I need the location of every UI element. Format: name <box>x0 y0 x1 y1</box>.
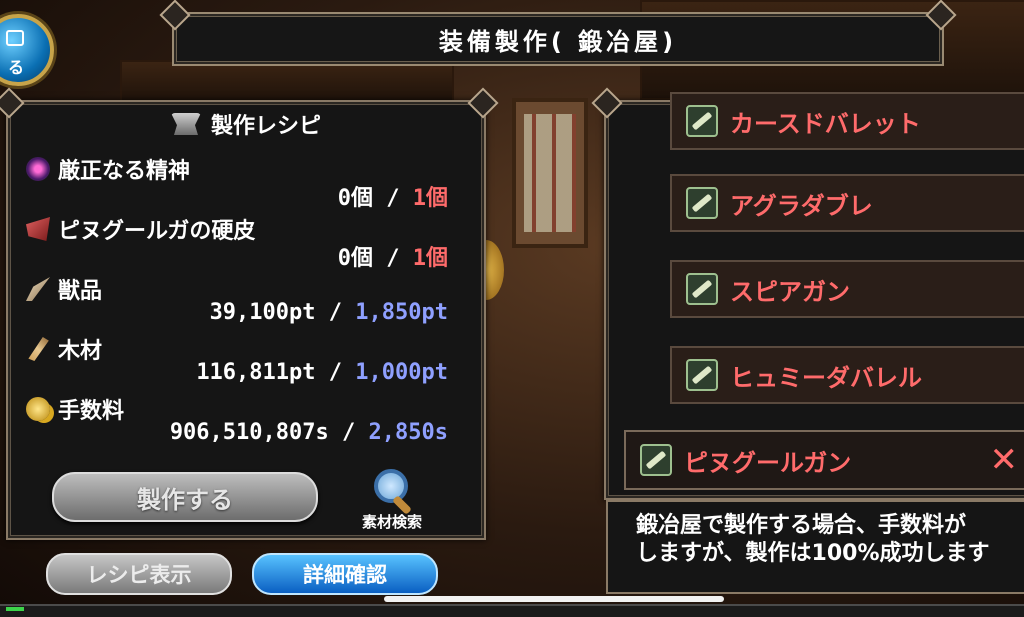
wood-icon <box>28 337 49 361</box>
need-value: 1,850pt <box>355 300 448 325</box>
have-value: 0個 <box>337 186 373 211</box>
have-value: 906,510,807s <box>169 420 329 445</box>
requirement-quantity: 0個 / 1個 <box>338 180 448 212</box>
recipe-display-button[interactable]: レシピ表示 <box>46 553 232 595</box>
requirement-row: ピヌグールガの硬皮 <box>26 214 255 244</box>
menu-icon <box>6 30 24 46</box>
description-box: 鍛冶屋で製作する場合、手数料が しますが、製作は100%成功します <box>606 500 1024 594</box>
gun-icon <box>640 444 672 476</box>
requirement-name: 獣品 <box>58 279 103 304</box>
requirement-name: 木材 <box>58 339 103 364</box>
home-indicator[interactable] <box>384 596 724 602</box>
menu-round-label: る <box>8 58 25 77</box>
separator: / <box>315 300 356 325</box>
page-title-bar: 装備製作( 鍛冶屋) <box>159 0 957 66</box>
weapon-list-item-selected[interactable]: ピヌグールガン ✕ <box>624 430 1024 490</box>
requirement-row: 手数料 <box>26 394 124 424</box>
weapon-name: カースドバレット <box>730 109 921 138</box>
requirement-quantity: 906,510,807s / 2,850s <box>170 420 448 445</box>
coins-icon <box>26 397 50 421</box>
gun-icon <box>686 105 718 137</box>
menu-round-button[interactable]: る <box>0 14 54 86</box>
requirement-row: 厳正なる精神 <box>26 154 190 184</box>
weapon-name: アグラダブレ <box>730 191 873 220</box>
anvil-icon <box>170 113 201 135</box>
material-search-label: 素材検索 <box>361 513 422 531</box>
separator: / <box>373 246 413 271</box>
close-icon[interactable]: ✕ <box>990 440 1019 480</box>
gun-icon <box>686 359 718 391</box>
requirement-row: 獣品 <box>26 274 102 304</box>
material-search-button[interactable]: 素材検索 <box>352 465 432 531</box>
requirement-name: 手数料 <box>58 399 125 424</box>
have-value: 0個 <box>337 246 373 271</box>
weapon-name: ピヌグールガン <box>684 448 852 477</box>
need-value: 1,000pt <box>355 360 448 385</box>
requirement-quantity: 0個 / 1個 <box>338 240 448 272</box>
bookshelf-left <box>120 60 454 104</box>
have-value: 39,100pt <box>209 300 316 325</box>
make-button-label: 製作する <box>137 485 233 514</box>
requirement-name: ピヌグールガの硬皮 <box>58 219 256 244</box>
need-value: 1個 <box>412 186 448 211</box>
weapon-name: スピアガン <box>730 277 850 306</box>
details-button[interactable]: 詳細確認 <box>252 553 438 595</box>
separator: / <box>373 186 413 211</box>
weapon-list-item[interactable]: アグラダブレ <box>670 174 1024 232</box>
magnifier-icon <box>374 469 408 503</box>
separator: / <box>315 360 356 385</box>
ornament-corner <box>591 87 623 119</box>
weapon-name: ヒュミーダバレル <box>730 363 922 392</box>
have-value: 116,811pt <box>196 360 316 385</box>
gun-icon <box>686 273 718 305</box>
weapon-list-item[interactable]: カースドバレット <box>670 92 1024 150</box>
recipe-title: 製作レシピ <box>210 114 321 139</box>
page-title: 装備製作( 鍛冶屋) <box>438 27 678 56</box>
description-line-2: しますが、製作は100%成功します <box>636 541 990 566</box>
spirit-orb-icon <box>26 157 50 181</box>
need-value: 2,850s <box>368 420 448 445</box>
wall-painting <box>512 98 588 248</box>
recipe-header: 製作レシピ <box>8 102 484 146</box>
gun-icon <box>686 187 718 219</box>
separator: / <box>328 420 369 445</box>
requirement-row: 木材 <box>26 334 102 364</box>
horn-icon <box>26 277 50 301</box>
weapon-list-item[interactable]: スピアガン <box>670 260 1024 318</box>
hide-icon <box>26 217 50 241</box>
ornament-corner <box>159 0 191 31</box>
recipe-display-label: レシピ表示 <box>86 563 192 587</box>
description-line-1: 鍛冶屋で製作する場合、手数料が <box>636 513 967 538</box>
bottom-status-strip <box>0 604 1024 617</box>
requirement-quantity: 39,100pt / 1,850pt <box>210 300 448 325</box>
weapon-list-item[interactable]: ヒュミーダバレル <box>670 346 1024 404</box>
need-value: 1個 <box>412 246 448 271</box>
details-label: 詳細確認 <box>303 563 387 587</box>
requirement-name: 厳正なる精神 <box>58 159 191 184</box>
make-button[interactable]: 製作する <box>52 472 318 522</box>
status-indicator <box>6 607 24 611</box>
requirement-quantity: 116,811pt / 1,000pt <box>196 360 448 385</box>
